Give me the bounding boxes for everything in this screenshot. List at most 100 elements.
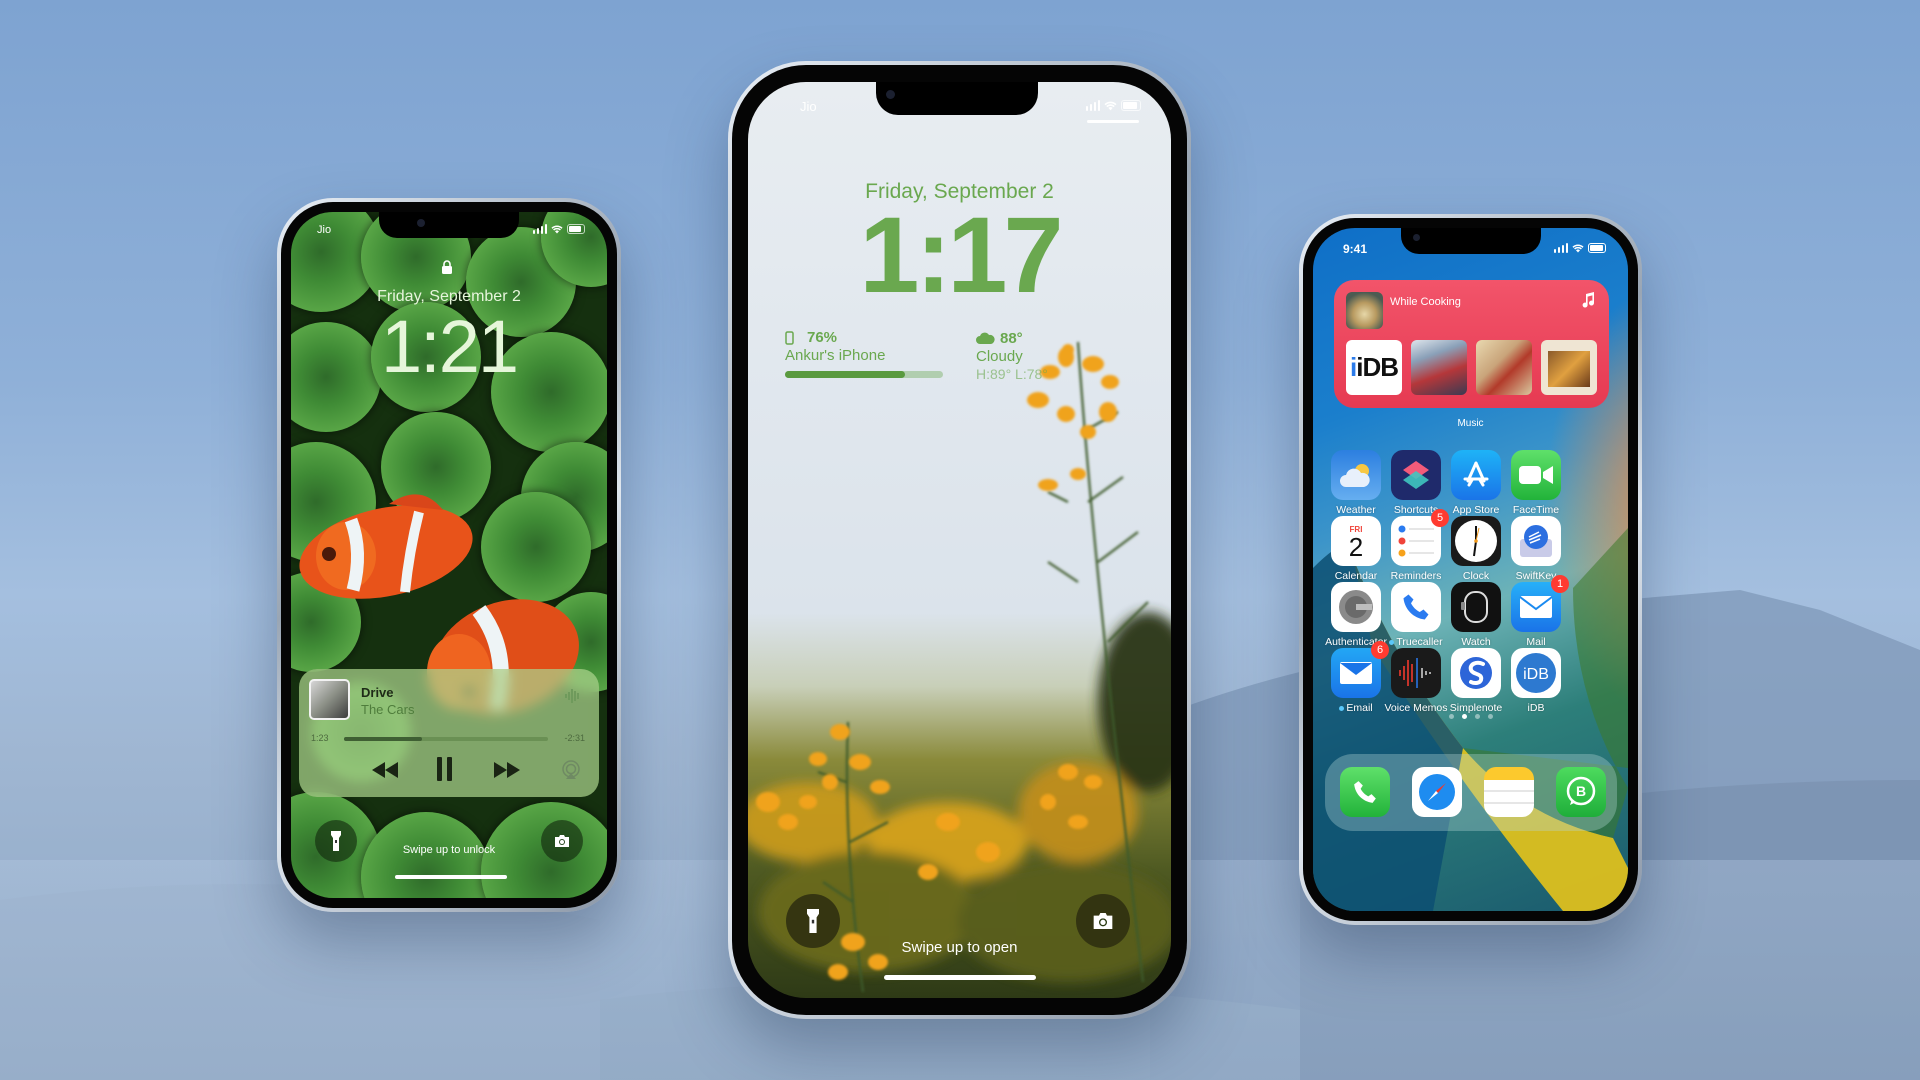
app-store-icon <box>1451 450 1501 500</box>
weather-high-low: H:89° L:78° <box>976 366 1048 382</box>
home-screen: 9:41 While Cooking i iDB Music Weather Sho… <box>1313 228 1628 911</box>
app-watch[interactable]: Watch <box>1450 582 1502 648</box>
notes-icon <box>1484 790 1534 804</box>
email-icon: 6 <box>1331 641 1389 698</box>
battery-widget[interactable]: 76% Ankur's iPhone <box>785 329 945 389</box>
progress-track[interactable] <box>344 737 548 741</box>
facetime-icon <box>1511 450 1561 500</box>
weather-condition: Cloudy <box>976 348 1023 365</box>
app-mail[interactable]: 1 Mail <box>1510 575 1569 648</box>
dock-app-whatsapp-business[interactable]: B <box>1555 767 1607 817</box>
now-playing-widget[interactable]: Drive The Cars 1:23 -2:31 <box>299 669 599 797</box>
authenticator-icon <box>1331 582 1381 632</box>
notch <box>876 82 1038 115</box>
voice-memos-icon <box>1391 648 1441 698</box>
reminders-icon: 5 <box>1391 509 1449 566</box>
weather-widget[interactable]: 88° Cloudy H:89° L:78° <box>976 330 1106 390</box>
safari-icon <box>1419 774 1455 810</box>
playlist-title: While Cooking <box>1390 296 1461 308</box>
battery-percent: 76% <box>807 329 838 346</box>
watch-icon <box>1451 582 1501 632</box>
app-label: FaceTime <box>1512 504 1560 516</box>
wifi-icon <box>1104 101 1117 110</box>
remaining-time: -2:31 <box>564 733 585 743</box>
album-tile-idb[interactable]: i iDB <box>1346 340 1402 395</box>
elapsed-time: 1:23 <box>311 733 329 743</box>
app-truecaller[interactable]: Truecaller <box>1389 582 1443 648</box>
new-app-dot <box>1389 639 1395 645</box>
page-dot[interactable] <box>1474 714 1480 719</box>
airplay-icon[interactable] <box>561 760 581 780</box>
left-phone: Jio Friday, September 2 1:21 Drive The C… <box>277 198 621 912</box>
album-art <box>309 679 350 720</box>
carrier-label: Jio <box>317 224 332 236</box>
lock-icon <box>442 260 452 274</box>
status-icons <box>1085 100 1141 111</box>
left-lock-screen: Jio Friday, September 2 1:21 Drive The C… <box>291 212 607 898</box>
page-indicator[interactable] <box>1313 714 1628 719</box>
album-tile-naah[interactable] <box>1411 340 1467 395</box>
rewind-icon[interactable] <box>372 762 398 778</box>
page-dot[interactable] <box>1487 714 1493 719</box>
dock-app-phone[interactable] <box>1339 767 1391 817</box>
page-dot[interactable] <box>1448 714 1454 719</box>
app-authenticator[interactable]: Authenticator <box>1325 582 1387 648</box>
music-note-icon <box>1582 292 1595 308</box>
music-widget[interactable]: While Cooking i iDB <box>1334 280 1609 408</box>
control-center-indicator[interactable] <box>1087 120 1139 123</box>
notch <box>1401 228 1541 254</box>
app-voice-memos[interactable]: Voice Memos <box>1384 648 1448 714</box>
flashlight-icon <box>807 909 819 933</box>
album-tile-label: iDB <box>1356 352 1399 382</box>
app-clock[interactable]: Clock <box>1450 516 1502 582</box>
wifi-icon <box>551 224 563 233</box>
cloud-icon <box>976 332 995 344</box>
app-shortcuts[interactable]: Shortcuts <box>1390 450 1442 516</box>
track-title: Drive <box>361 685 394 700</box>
swipe-up-hint: Swipe up to open <box>901 939 1018 956</box>
status-icons <box>532 224 585 234</box>
app-facetime[interactable]: FaceTime <box>1510 450 1562 516</box>
notification-badge: 5 <box>1431 509 1449 527</box>
calendar-icon: FRI 2 <box>1331 516 1381 566</box>
signal-icon <box>532 224 547 234</box>
widget-caption: Music <box>1457 418 1484 429</box>
app-app-store[interactable]: App Store <box>1450 450 1502 516</box>
notification-badge: 1 <box>1551 575 1569 593</box>
swipe-up-hint: Swipe up to unlock <box>402 844 496 856</box>
phone-battery-icon <box>785 331 794 345</box>
clock-icon <box>1451 516 1501 566</box>
app-reminders[interactable]: 5 Reminders <box>1390 509 1449 582</box>
app-simplenote[interactable]: Simplenote <box>1450 648 1502 714</box>
middle-phone: Jio Friday, September 2 1:17 76% Ankur's… <box>728 61 1191 1019</box>
lock-time: 1:21 <box>380 305 519 388</box>
status-time: 9:41 <box>1343 242 1368 256</box>
svg-text:B: B <box>1576 783 1586 799</box>
right-phone: 9:41 While Cooking i iDB Music Weather Sho… <box>1299 214 1642 925</box>
pause-icon[interactable] <box>437 757 453 781</box>
home-indicator[interactable] <box>395 875 507 879</box>
battery-device-name: Ankur's iPhone <box>785 347 886 364</box>
track-artist: The Cars <box>361 702 415 717</box>
page-dot[interactable] <box>1461 714 1467 719</box>
album-tile-train[interactable] <box>1476 340 1532 395</box>
app-calendar[interactable]: FRI 2 Calendar <box>1330 516 1382 582</box>
truecaller-icon <box>1391 582 1441 632</box>
home-indicator[interactable] <box>884 975 1036 980</box>
app-weather[interactable]: Weather <box>1330 450 1382 516</box>
app-email[interactable]: 6 Email <box>1330 641 1389 714</box>
album-tile-bruno-mars[interactable] <box>1541 340 1597 395</box>
battery-icon <box>567 224 585 234</box>
dock-app-safari[interactable] <box>1411 767 1463 817</box>
fast-forward-icon[interactable] <box>494 762 520 778</box>
battery-level-track <box>785 371 943 378</box>
signal-icon <box>1085 100 1100 111</box>
idb-icon: iDB <box>1511 648 1561 698</box>
mail-icon: 1 <box>1511 575 1569 632</box>
battery-icon <box>1121 100 1141 111</box>
simplenote-icon <box>1451 648 1501 698</box>
dock-app-notes[interactable] <box>1483 767 1535 817</box>
app-idb[interactable]: iDB iDB <box>1510 648 1562 714</box>
wifi-icon <box>1572 243 1584 252</box>
app-swiftkey[interactable]: SwiftKey <box>1510 516 1562 582</box>
